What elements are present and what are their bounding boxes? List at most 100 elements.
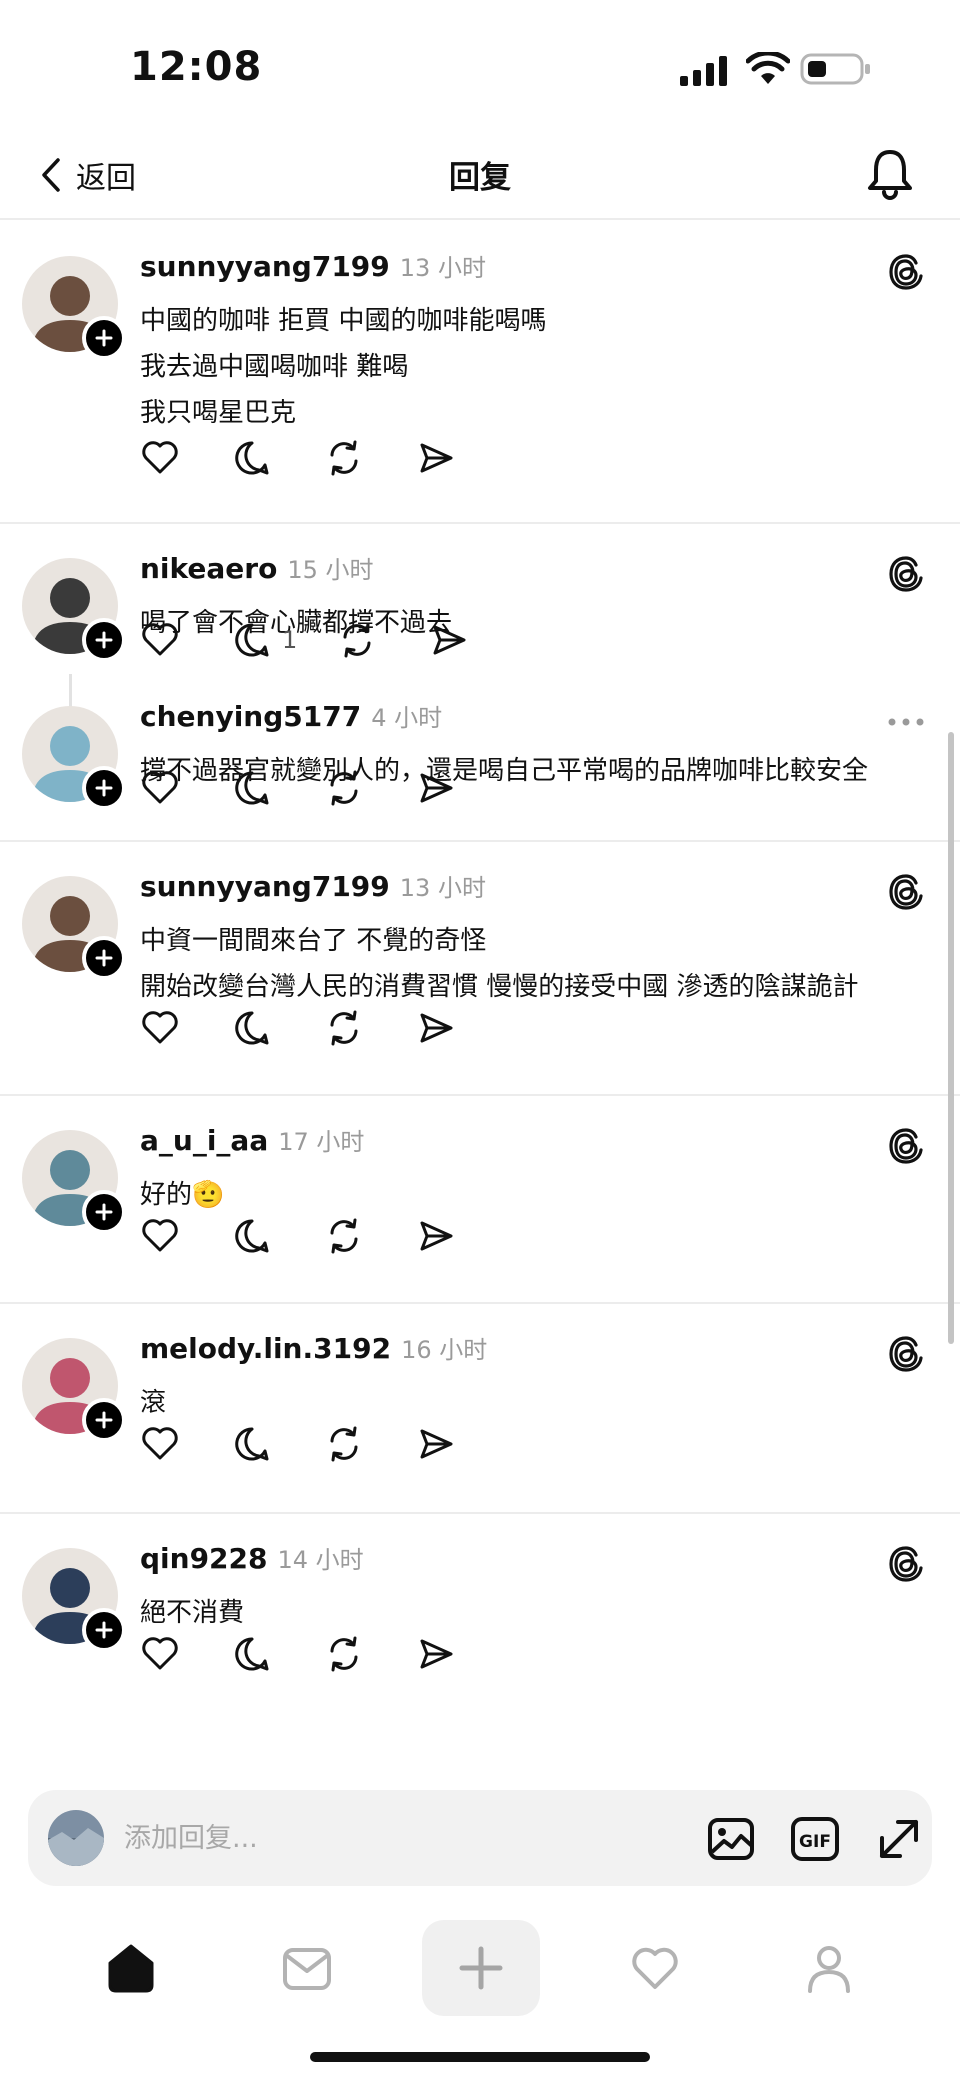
expand-icon[interactable]	[874, 1814, 924, 1864]
comment-button[interactable]	[232, 1008, 272, 1048]
reply-post[interactable]: sunnyyang7199 13 小时 中國的咖啡 拒買 中國的咖啡能喝嗎 我去過中國…	[0, 222, 960, 524]
post-text: 滾	[140, 1380, 166, 1426]
battery-icon	[800, 53, 870, 85]
post-text: 好的🫡	[140, 1172, 224, 1218]
share-button[interactable]	[429, 620, 469, 660]
heart-icon	[142, 1219, 178, 1252]
post-time: 15 小时	[287, 556, 374, 584]
like-button[interactable]	[140, 438, 180, 478]
reply-post[interactable]: sunnyyang7199 13 小时中資一間間來台了 不覺的奇怪 開始改變台灣人民…	[0, 842, 960, 1096]
post-text-line: 好的🫡	[140, 1180, 225, 1210]
comment-icon	[235, 1427, 269, 1461]
inbox-icon	[283, 1948, 331, 1990]
username[interactable]: chenying5177	[140, 700, 361, 733]
follow-plus-icon[interactable]	[82, 1190, 126, 1234]
post-text-line: 中資一間間來台了 不覺的奇怪	[140, 926, 487, 956]
follow-plus-icon[interactable]	[82, 1608, 126, 1652]
username[interactable]: a_u_i_aa	[140, 1124, 268, 1157]
like-button[interactable]	[140, 620, 180, 660]
repost-button[interactable]	[324, 1008, 364, 1048]
comment-button[interactable]	[232, 438, 272, 478]
threads-logo-icon[interactable]	[886, 872, 926, 912]
comment-button[interactable]	[232, 620, 272, 660]
repost-icon	[330, 1426, 358, 1462]
tab-activity[interactable]	[600, 1920, 710, 2016]
comment-button[interactable]	[232, 768, 272, 808]
send-icon	[420, 443, 453, 473]
like-button[interactable]	[140, 1008, 180, 1048]
more-options-icon[interactable]	[886, 712, 926, 732]
share-button[interactable]	[416, 768, 456, 808]
share-button[interactable]	[416, 1634, 456, 1674]
plus-icon	[459, 1946, 503, 1990]
threads-logo-icon[interactable]	[886, 554, 926, 594]
share-button[interactable]	[416, 1008, 456, 1048]
username[interactable]: sunnyyang7199	[140, 870, 390, 903]
heart-icon	[142, 441, 178, 474]
post-text-line: 中國的咖啡 拒買 中國的咖啡能喝嗎	[140, 306, 547, 336]
follow-plus-icon[interactable]	[82, 936, 126, 980]
share-button[interactable]	[416, 438, 456, 478]
like-button[interactable]	[140, 1216, 180, 1256]
reply-composer: GIF	[28, 1790, 932, 1886]
username[interactable]: qin9228	[140, 1542, 268, 1575]
like-button[interactable]	[140, 768, 180, 808]
repost-button[interactable]	[324, 1216, 364, 1256]
send-icon	[420, 1639, 453, 1669]
post-text-line: 絕不消費	[140, 1598, 245, 1628]
comment-button[interactable]	[232, 1216, 272, 1256]
follow-plus-icon[interactable]	[82, 618, 126, 662]
post-time: 13 小时	[399, 874, 486, 902]
follow-plus-icon[interactable]	[82, 1398, 126, 1442]
threads-logo-icon[interactable]	[886, 1334, 926, 1374]
post-text-line: 滾	[140, 1388, 167, 1418]
repost-button[interactable]	[324, 768, 364, 808]
repost-button[interactable]	[324, 1424, 364, 1464]
post-actions	[140, 438, 508, 478]
follow-plus-icon[interactable]	[82, 316, 126, 360]
post-text: 中資一間間來台了 不覺的奇怪 開始改變台灣人民的消費習慣 慢慢的接受中國 滲透的陰…	[140, 918, 859, 1010]
tab-create[interactable]	[422, 1920, 540, 2016]
repost-button[interactable]	[324, 438, 364, 478]
post-text: 絕不消費	[140, 1590, 244, 1636]
threads-logo-icon[interactable]	[886, 252, 926, 292]
reply-post[interactable]: melody.lin.3192 16 小时滾	[0, 1304, 960, 1514]
comment-button[interactable]	[232, 1424, 272, 1464]
reply-post[interactable]: a_u_i_aa 17 小时 好的🫡	[0, 1096, 960, 1304]
cellular-signal-icon	[680, 56, 727, 86]
repost-icon	[343, 622, 371, 658]
threads-logo-icon[interactable]	[886, 1544, 926, 1584]
scrollbar[interactable]	[948, 732, 954, 1344]
like-button[interactable]	[140, 1424, 180, 1464]
wifi-icon	[746, 52, 790, 84]
reply-post[interactable]: nikeaero 15 小时 喝了會不會心臟都撐不過去 1	[0, 524, 960, 744]
like-button[interactable]	[140, 1634, 180, 1674]
status-bar: 12:08	[0, 0, 960, 130]
username[interactable]: melody.lin.3192	[140, 1332, 391, 1365]
post-actions	[140, 1634, 508, 1674]
repost-icon	[330, 440, 358, 476]
tab-home[interactable]	[76, 1920, 186, 2016]
reply-input[interactable]	[124, 1812, 644, 1864]
threads-logo-icon[interactable]	[886, 1126, 926, 1166]
repost-button[interactable]	[337, 620, 377, 660]
tab-profile[interactable]	[774, 1920, 884, 2016]
send-icon	[420, 1221, 453, 1251]
bell-icon[interactable]	[865, 146, 915, 200]
follow-plus-icon[interactable]	[82, 766, 126, 810]
username[interactable]: nikeaero	[140, 552, 277, 585]
post-text-line: 我去過中國喝咖啡 難喝	[140, 352, 409, 382]
home-indicator[interactable]	[310, 2052, 650, 2062]
svg-text:GIF: GIF	[799, 1832, 831, 1852]
share-button[interactable]	[416, 1216, 456, 1256]
image-icon[interactable]	[706, 1814, 756, 1864]
gif-icon[interactable]: GIF	[790, 1814, 840, 1864]
post-actions: 1	[140, 620, 521, 660]
repost-button[interactable]	[324, 1634, 364, 1674]
reply-post[interactable]: chenying5177 4 小时 撐不過器官就變別人的，還是喝自己平常喝的品牌咖啡…	[0, 672, 960, 842]
share-button[interactable]	[416, 1424, 456, 1464]
comment-button[interactable]	[232, 1634, 272, 1674]
tab-inbox[interactable]	[252, 1920, 362, 2016]
reply-post[interactable]: qin9228 14 小时 絕不消費	[0, 1514, 960, 1724]
username[interactable]: sunnyyang7199	[140, 250, 390, 283]
